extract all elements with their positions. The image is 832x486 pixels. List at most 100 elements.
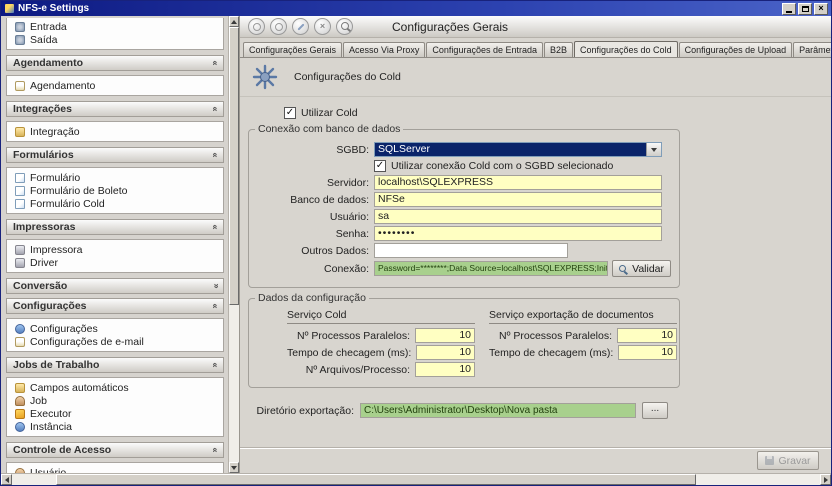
hscroll-track[interactable]: [696, 474, 820, 485]
sidebar-item-campos-automaticos[interactable]: Campos automáticos: [10, 381, 220, 394]
tab-strip: Configurações GeraisAcesso Via ProxyConf…: [240, 38, 831, 58]
field-label: Tempo de checagem (ms):: [489, 347, 613, 359]
nav-back-icon[interactable]: [248, 18, 265, 35]
sgbd-selected-value: SQLServer: [375, 143, 646, 156]
sidebar-group-impressoras: ImpressoraDriver: [6, 239, 224, 273]
close-button[interactable]: ×: [814, 3, 828, 15]
vscroll-thumb[interactable]: [229, 27, 239, 305]
utilizar-cold-checkbox[interactable]: ✓ Utilizar Cold: [284, 107, 831, 119]
servidor-input[interactable]: localhost\SQLEXPRESS: [374, 175, 662, 190]
sidebar-header-impressoras[interactable]: Impressoras«: [6, 219, 224, 235]
sgbd-select[interactable]: SQLServer: [374, 142, 662, 157]
tab-configuracoes-do-cold[interactable]: Configurações do Cold: [574, 41, 678, 58]
scroll-down-button[interactable]: [229, 462, 239, 473]
sidebar-item-label: Impressora: [30, 244, 83, 256]
sidebar-item-integracao[interactable]: Integração: [10, 125, 220, 138]
sidebar-header-conversao[interactable]: Conversão«: [6, 278, 224, 294]
minimize-icon: [786, 11, 792, 13]
sidebar-header-formularios[interactable]: Formulários«: [6, 147, 224, 163]
banco-de-dados-input[interactable]: NFSe: [374, 192, 662, 207]
sidebar-header-agendamento[interactable]: Agendamento«: [6, 55, 224, 71]
sidebar-item-usuario[interactable]: Usuário: [10, 466, 220, 473]
minimize-button[interactable]: [782, 3, 796, 15]
field-label: Servidor:: [257, 177, 369, 189]
senha-input[interactable]: ••••••••: [374, 226, 662, 241]
sidebar-item-label: Campos automáticos: [30, 382, 129, 394]
scroll-right-button[interactable]: [820, 474, 831, 485]
n-processos-paralelos-input[interactable]: 10: [415, 328, 475, 343]
validar-button[interactable]: Validar: [612, 260, 671, 277]
sidebar-item-configuracoes[interactable]: Configurações: [10, 322, 220, 335]
conexao-field[interactable]: Password=********;Data Source=localhost\…: [374, 261, 608, 276]
servico-cold-column: Serviço Cold Nº Processos Paralelos:10Te…: [287, 309, 475, 379]
sidebar-item-label: Driver: [30, 257, 58, 269]
maximize-button[interactable]: [798, 3, 812, 15]
sidebar-item-formulario[interactable]: Formulário: [10, 171, 220, 184]
sidebar-item-label: Agendamento: [30, 80, 95, 92]
email-settings-icon: [15, 337, 25, 347]
dropdown-button[interactable]: [646, 143, 661, 156]
checkbox-box[interactable]: ✓: [284, 107, 296, 119]
page-title: Configurações Gerais: [392, 20, 508, 34]
arrow-up-icon: [231, 20, 237, 24]
sidebar-item-configuracoes-de-e-mail[interactable]: Configurações de e-mail: [10, 335, 220, 348]
tempo-de-checagem-ms-input[interactable]: 10: [416, 345, 475, 360]
sidebar-item-label: Instância: [30, 421, 72, 433]
tab-parametros-de-conversao[interactable]: Parâmetros de Conversão: [793, 42, 831, 57]
edit-button[interactable]: [292, 18, 309, 35]
sidebar-header-configuracoes[interactable]: Configurações«: [6, 298, 224, 314]
vscroll-track[interactable]: [229, 305, 239, 462]
field-label: Senha:: [257, 228, 369, 240]
nav-forward-icon[interactable]: [270, 18, 287, 35]
form-cold-icon: [15, 199, 25, 209]
field-row: Nº Processos Paralelos:10: [489, 328, 677, 343]
export-dir-row: Diretório exportação: C:\Users\Administr…: [256, 402, 831, 419]
gravar-button[interactable]: Gravar: [757, 451, 819, 470]
sidebar-item-entrada[interactable]: Entrada: [10, 20, 220, 33]
tab-configuracoes-gerais[interactable]: Configurações Gerais: [243, 42, 342, 57]
sidebar-scrollbar[interactable]: [228, 16, 239, 473]
chevron-up-icon: «: [209, 152, 221, 157]
search-button[interactable]: [336, 18, 353, 35]
hscroll-track[interactable]: [12, 474, 56, 485]
servico-exportacao-column: Serviço exportação de documentos Nº Proc…: [489, 309, 677, 379]
cancel-button[interactable]: ×: [314, 18, 331, 35]
scroll-up-button[interactable]: [229, 16, 239, 27]
sidebar-header-jobs-de-trabalho[interactable]: Jobs de Trabalho«: [6, 357, 224, 373]
sidebar-item-label: Executor: [30, 408, 71, 420]
sidebar-item-saida[interactable]: Saída: [10, 33, 220, 46]
sidebar-item-impressora[interactable]: Impressora: [10, 243, 220, 256]
chevron-up-icon: «: [209, 224, 221, 229]
sidebar-item-instancia[interactable]: Instância: [10, 420, 220, 433]
export-dir-field[interactable]: C:\Users\Administrator\Desktop\Nova past…: [360, 403, 636, 418]
horizontal-scrollbar[interactable]: [1, 473, 831, 485]
scroll-left-button[interactable]: [1, 474, 12, 485]
chevron-up-icon: «: [209, 447, 221, 452]
tab-configuracoes-de-entrada[interactable]: Configurações de Entrada: [426, 42, 543, 57]
arrow-left-icon: [5, 477, 9, 483]
sidebar-item-formulario-de-boleto[interactable]: Formulário de Boleto: [10, 184, 220, 197]
n-processos-paralelos-input[interactable]: 10: [617, 328, 677, 343]
sidebar-header-integracoes[interactable]: Integrações«: [6, 101, 224, 117]
sidebar-item-driver[interactable]: Driver: [10, 256, 220, 269]
title-bar[interactable]: NFS-e Settings ×: [1, 1, 831, 16]
usuario-input[interactable]: sa: [374, 209, 662, 224]
tab-b2b[interactable]: B2B: [544, 42, 573, 57]
tab-acesso-via-proxy[interactable]: Acesso Via Proxy: [343, 42, 425, 57]
sidebar-item-executor[interactable]: Executor: [10, 407, 220, 420]
tempo-de-checagem-ms-input[interactable]: 10: [618, 345, 677, 360]
sidebar-item-formulario-cold[interactable]: Formulário Cold: [10, 197, 220, 210]
outros-dados-input[interactable]: [374, 243, 568, 258]
x-icon: ×: [320, 22, 325, 31]
checkbox-box[interactable]: ✓: [374, 160, 386, 172]
field-row: Banco de dados:NFSe: [257, 192, 671, 207]
sidebar-item-job[interactable]: Job: [10, 394, 220, 407]
field-label: Nº Processos Paralelos:: [297, 330, 410, 342]
browse-button[interactable]: ...: [642, 402, 668, 419]
hscroll-thumb[interactable]: [56, 474, 696, 485]
sidebar-header-controle-de-acesso[interactable]: Controle de Acesso«: [6, 442, 224, 458]
use-cold-checkbox[interactable]: ✓ Utilizar conexão Cold com o SGBD selec…: [374, 160, 671, 172]
sidebar-item-agendamento[interactable]: Agendamento: [10, 79, 220, 92]
n-arquivos-processo-input[interactable]: 10: [415, 362, 475, 377]
tab-configuracoes-de-upload[interactable]: Configurações de Upload: [679, 42, 793, 57]
